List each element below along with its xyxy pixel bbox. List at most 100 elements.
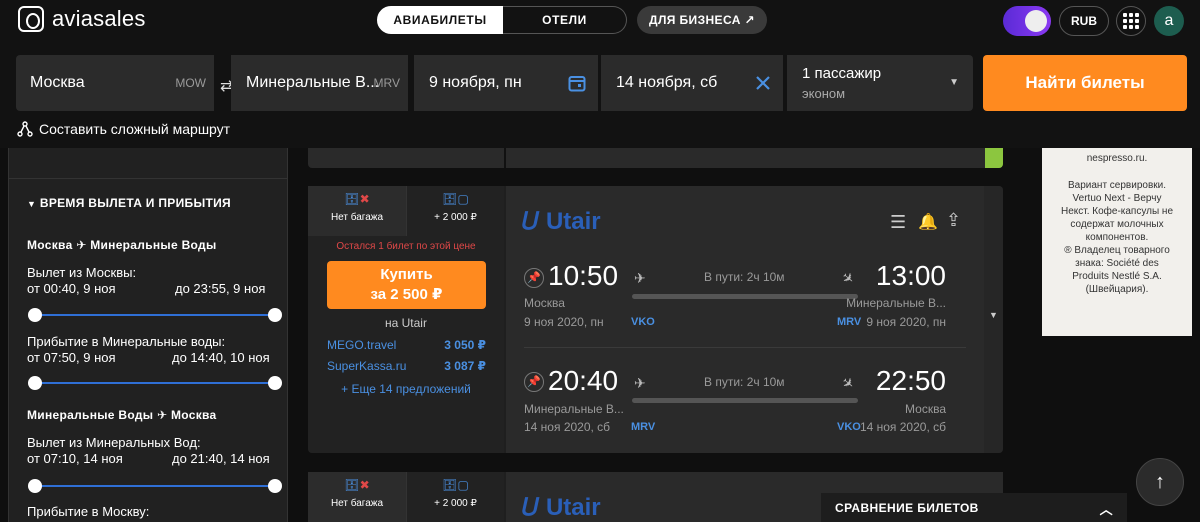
plane-icon: ✈ xyxy=(76,238,87,252)
buy-button[interactable]: Купить за 2 500 ₽ xyxy=(327,261,486,309)
ad-text: Produits Nestlé S.A. xyxy=(1072,271,1162,282)
outbound-dep-city: Москва xyxy=(524,296,565,310)
add-to-list-icon[interactable]: ☰ xyxy=(890,212,906,233)
offer-price: 3 087 ₽ xyxy=(444,359,486,373)
outbound-dep-time: 10:50 xyxy=(548,260,619,291)
complex-route-link[interactable]: Составить сложный маршрут xyxy=(17,121,230,137)
baggage-option-paid[interactable]: 🗄▢ + 2 000 ₽ xyxy=(406,472,504,522)
tab-flights[interactable]: АВИАБИЛЕТЫ xyxy=(377,6,503,34)
origin-field[interactable]: Москва MOW xyxy=(16,55,214,111)
inbound-arr-code: VKO xyxy=(837,421,861,433)
offer-row[interactable]: SuperKassa.ru 3 087 ₽ xyxy=(327,359,486,373)
slider-handle[interactable] xyxy=(28,308,42,322)
chevron-up-icon: ︿ xyxy=(1099,502,1113,517)
chevron-down-icon: ▼ xyxy=(989,310,998,320)
class-value: эконом xyxy=(802,86,846,101)
slider-handle[interactable] xyxy=(268,479,282,493)
theme-toggle[interactable] xyxy=(1003,6,1051,36)
logo-text: aviasales xyxy=(52,6,146,31)
ad-text: Вариант сервировки. xyxy=(1067,180,1167,191)
slider-handle[interactable] xyxy=(28,376,42,390)
leg2-departure-slider[interactable] xyxy=(28,479,282,493)
destination-field[interactable]: Минеральные В... MRV xyxy=(231,55,408,111)
destination-value: Минеральные В... xyxy=(246,74,380,91)
inbound-dep-city: Минеральные В... xyxy=(524,402,624,416)
offer-row[interactable]: MEGO.travel 3 050 ₽ xyxy=(327,338,486,352)
share-icon[interactable]: ⇪ xyxy=(946,210,961,231)
slider-handle[interactable] xyxy=(268,308,282,322)
leg2-arrival-label: Прибытие в Москву: xyxy=(27,504,150,519)
leg1-arrival-to: до 14:40, 10 ноя xyxy=(172,350,270,365)
header: aviasales АВИАБИЛЕТЫ ОТЕЛИ ДЛЯ БИЗНЕСА ↗… xyxy=(0,0,1200,148)
plane-icon: ✈ xyxy=(156,408,168,422)
pin-icon[interactable]: 📌 xyxy=(524,268,544,288)
apps-grid-icon[interactable] xyxy=(1116,6,1146,36)
find-tickets-button[interactable]: Найти билеты xyxy=(983,55,1187,111)
landing-icon: ✈ xyxy=(838,373,858,394)
time-filter-title[interactable]: ▼ ВРЕМЯ ВЫЛЕТА И ПРИБЫТИЯ xyxy=(27,196,231,210)
caret-down-icon: ▼ xyxy=(27,199,37,209)
tab-hotels[interactable]: ОТЕЛИ xyxy=(503,6,627,34)
airline-logo: 𝑈 Utair xyxy=(522,208,601,236)
logo[interactable]: aviasales xyxy=(18,6,146,32)
inbound-arr-date: 14 ноя 2020, сб xyxy=(859,420,946,434)
origin-code: MOW xyxy=(175,76,206,90)
slider-handle[interactable] xyxy=(268,376,282,390)
airline-name: Utair xyxy=(545,494,601,521)
leg1-arrival-from: от 07:50, 9 ноя xyxy=(27,350,116,365)
leg2-title: Минеральные Воды ✈ Москва xyxy=(27,408,217,422)
baggage-none-label: Нет багажа xyxy=(330,212,384,223)
depart-date-field[interactable]: 9 ноября, пн xyxy=(414,55,598,111)
outbound-dep-date: 9 ноя 2020, пн xyxy=(524,315,604,329)
baggage-price-label: + 2 000 ₽ xyxy=(434,498,477,509)
chevron-down-icon: ▼ xyxy=(949,77,959,88)
currency-button[interactable]: RUB xyxy=(1059,6,1109,36)
passengers-field[interactable]: 1 пассажир эконом ▼ xyxy=(787,55,973,111)
takeoff-icon: ✈ xyxy=(634,270,646,286)
scroll-to-top-button[interactable]: ↑ xyxy=(1136,458,1184,506)
baggage-option-none[interactable]: 🗄✖ Нет багажа xyxy=(308,186,406,236)
airline-name: Utair xyxy=(545,208,601,235)
buy-price: за 2 500 ₽ xyxy=(370,286,443,303)
advertisement[interactable]: nespresso.ru. Вариант сервировки. Vertuo… xyxy=(1042,148,1192,336)
last-ticket-note: Остался 1 билет по этой цене xyxy=(336,241,476,252)
outbound-arr-date: 9 ноя 2020, пн xyxy=(866,315,946,329)
leg1-arrival-label: Прибытие в Минеральные воды: xyxy=(27,334,226,349)
offer-name: SuperKassa.ru xyxy=(327,359,407,373)
leg1-departure-slider[interactable] xyxy=(28,308,282,322)
landing-icon: ✈ xyxy=(838,268,858,289)
ad-text: Vertuo Next - Верчу xyxy=(1072,193,1162,204)
baggage-none-icon: 🗄✖ xyxy=(344,478,370,492)
product-tabs: АВИАБИЛЕТЫ ОТЕЛИ xyxy=(377,6,627,34)
compare-tickets-bar[interactable]: СРАВНЕНИЕ БИЛЕТОВ ︿ xyxy=(821,493,1127,522)
ad-text: nespresso.ru. xyxy=(1086,153,1148,164)
more-offers-link[interactable]: + Еще 14 предложений xyxy=(308,382,504,396)
return-date-field[interactable]: 14 ноября, сб xyxy=(601,55,783,111)
depart-date-value: 9 ноября, пн xyxy=(429,74,522,91)
leg1-departure-to: до 23:55, 9 ноя xyxy=(175,281,266,296)
offer-name: MEGO.travel xyxy=(327,338,397,352)
bell-icon[interactable]: 🔔 xyxy=(918,212,938,232)
return-date-value: 14 ноября, сб xyxy=(616,74,718,91)
inbound-arr-city: Москва xyxy=(905,402,946,416)
destination-code: MRV xyxy=(373,76,400,90)
slider-handle[interactable] xyxy=(28,479,42,493)
leg1-arrival-slider[interactable] xyxy=(28,376,282,390)
buy-label: Купить xyxy=(380,266,433,283)
previous-ticket-card xyxy=(308,148,1003,168)
avatar[interactable]: a xyxy=(1154,6,1184,36)
outbound-dep-code: VKO xyxy=(631,316,655,328)
inbound-duration: В пути: 2ч 10м xyxy=(704,375,785,389)
expand-ticket-button[interactable]: ▼ xyxy=(984,186,1003,453)
pin-icon[interactable]: 📌 xyxy=(524,372,544,392)
baggage-none-label: Нет багажа xyxy=(330,498,384,509)
outbound-arr-time: 13:00 xyxy=(875,260,946,291)
takeoff-icon: ✈ xyxy=(634,375,646,391)
baggage-option-paid[interactable]: 🗄▢ + 2 000 ₽ xyxy=(406,186,504,236)
ad-text: содержат молочных xyxy=(1070,219,1164,230)
passengers-value: 1 пассажир xyxy=(802,65,882,82)
business-button[interactable]: ДЛЯ БИЗНЕСА ↗ xyxy=(637,6,767,34)
clear-date-icon[interactable] xyxy=(755,75,771,91)
baggage-option-none[interactable]: 🗄✖ Нет багажа xyxy=(308,472,406,522)
logo-icon xyxy=(18,6,44,32)
